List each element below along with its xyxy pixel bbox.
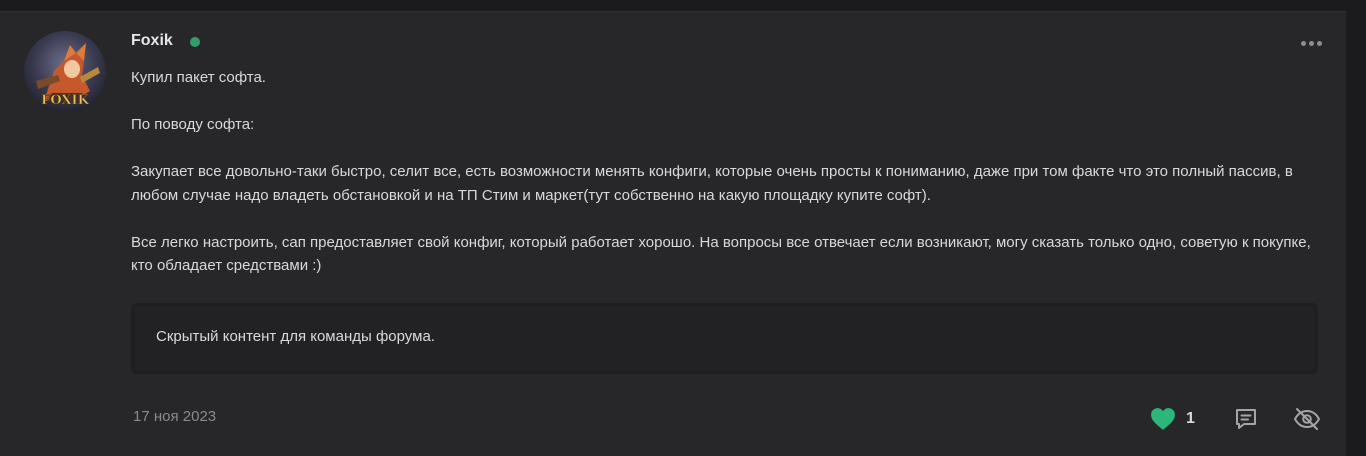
more-icon-dot <box>1300 40 1306 46</box>
heart-icon <box>1151 408 1175 430</box>
more-options-button[interactable] <box>1296 33 1326 53</box>
post-date[interactable]: 17 ноя 2023 <box>133 408 216 425</box>
reply-button[interactable] <box>1232 405 1260 438</box>
eye-off-icon <box>1294 408 1320 430</box>
post-paragraph: Купил пакет софта. <box>131 69 266 86</box>
like-button[interactable]: 1 <box>1150 404 1195 434</box>
like-count: 1 <box>1186 410 1195 427</box>
hide-post-button[interactable] <box>1292 405 1322 438</box>
post-paragraph: Все легко настроить, сап предоставляет с… <box>131 233 1311 275</box>
avatar-logo-text: FOXIK <box>41 93 89 108</box>
post-body: Купил пакет софта. По поводу софта: Заку… <box>131 66 1321 301</box>
more-icon-dot <box>1308 40 1314 46</box>
hidden-content-label: Скрытый контент для команды форума. <box>156 328 435 345</box>
online-status-icon <box>190 37 200 47</box>
hidden-content-block: Скрытый контент для команды форума. <box>131 303 1318 374</box>
post-paragraph: По поводу софта: <box>131 116 255 133</box>
comment-icon <box>1236 409 1256 429</box>
author-name[interactable]: Foxik <box>131 32 173 50</box>
more-icon-dot <box>1316 40 1322 46</box>
post-paragraph: Закупает все довольно-таки быстро, селит… <box>131 163 1293 204</box>
forum-post: FOXIK Foxik Купил пакет софта. По поводу… <box>0 11 1346 456</box>
author-avatar[interactable]: FOXIK <box>24 31 106 113</box>
